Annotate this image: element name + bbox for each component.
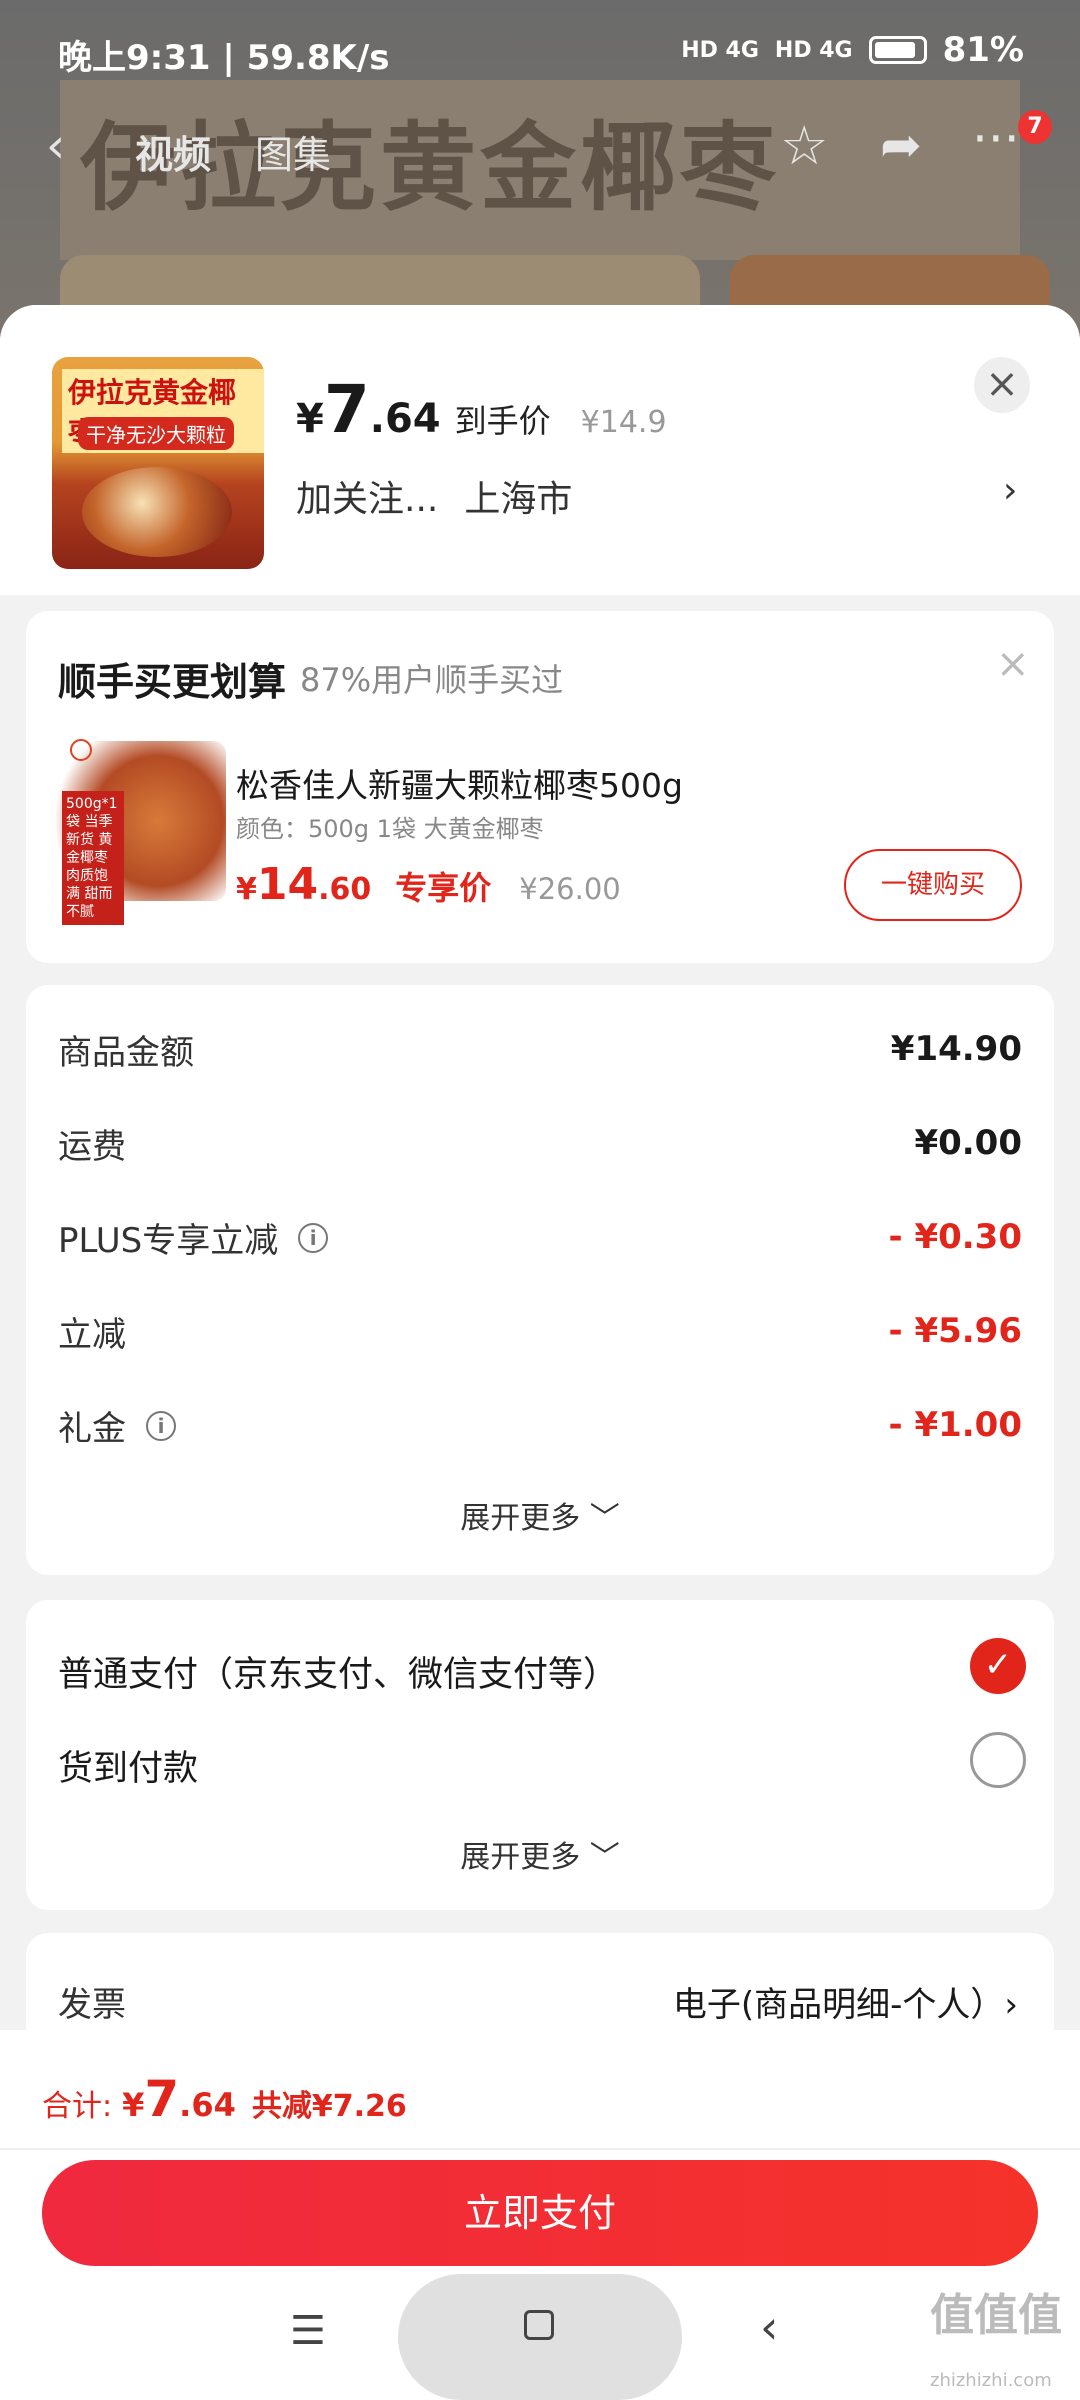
expand-more-button[interactable]: 展开更多 ﹀ xyxy=(26,1832,1054,1876)
checked-radio-icon[interactable]: ✓ xyxy=(970,1638,1026,1694)
divider xyxy=(0,2148,1080,2150)
pay-now-button[interactable]: 立即支付 xyxy=(42,2160,1038,2266)
sheet-header: 伊拉克黄金椰枣 干净无沙大颗粒 ¥ 7 .64 到手价 ¥14.9 × 加关注.… xyxy=(0,305,1080,595)
total-currency: ¥ xyxy=(122,2086,145,2124)
price-row: PLUS专享立减 i - ¥0.30 xyxy=(58,1213,1022,1273)
bundle-image-tag: 500g*1袋 当季新货 黄金椰枣 肉质饱满 甜而不腻 xyxy=(62,791,124,925)
thumbnail-subtitle: 干净无沙大颗粒 xyxy=(78,417,234,450)
invoice-value[interactable]: 电子(商品明细-个人）› xyxy=(673,1977,1018,2026)
bundle-original-price: ¥26.00 xyxy=(519,872,621,906)
location-label: 上海市 xyxy=(464,479,573,520)
price-row-value: - ¥0.30 xyxy=(888,1217,1023,1257)
price-tag: 到手价 xyxy=(454,402,551,440)
total-label: 合计: xyxy=(42,2089,113,2124)
bundle-product-image: 500g*1袋 当季新货 黄金椰枣 肉质饱满 甜而不腻 xyxy=(56,741,226,925)
price-details-card: 商品金额 ¥14.90 运费 ¥0.00 PLUS专享立减 i - ¥0.30 立… xyxy=(26,985,1054,1575)
payment-method-card: 普通支付（京东支付、微信支付等） ✓ 货到付款 展开更多 ﹀ xyxy=(26,1600,1054,1910)
expand-more-button[interactable]: 展开更多 ﹀ xyxy=(26,1493,1054,1537)
watermark-logo: 值值值 xyxy=(930,2290,1062,2341)
price-decimal: .64 xyxy=(369,396,441,442)
bundle-product-spec: 颜色：500g 1袋 大黄金椰枣 xyxy=(236,815,544,843)
payment-option-label: 货到付款 xyxy=(58,1749,199,1789)
total-integer: 7 xyxy=(144,2070,180,2128)
bundle-price-tag: 专享价 xyxy=(395,869,492,907)
payment-option-label: 普通支付（京东支付、微信支付等） xyxy=(58,1655,619,1695)
home-icon[interactable] xyxy=(524,2310,554,2340)
watermark-url: zhizhizhi.com xyxy=(930,2370,1052,2391)
dates-image xyxy=(82,467,232,557)
price-row-label: 商品金额 xyxy=(58,1033,194,1073)
bundle-price-decimal: .60 xyxy=(318,872,372,907)
invoice-label: 发票 xyxy=(58,1985,126,2025)
product-price: ¥ 7 .64 到手价 ¥14.9 xyxy=(296,371,667,448)
status-bar: 晚上9:31 | 59.8K/s HD 4G HD 4G 81% xyxy=(0,0,1080,100)
address-row[interactable]: 加关注... 上海市 xyxy=(296,470,572,522)
chevron-right-icon[interactable]: › xyxy=(1003,470,1017,511)
price-row: 运费 ¥0.00 xyxy=(58,1119,1022,1179)
price-row-label: 礼金 xyxy=(58,1409,126,1449)
price-row-value: - ¥1.00 xyxy=(888,1405,1023,1445)
message-badge: 7 xyxy=(1018,110,1052,144)
payment-option[interactable]: 普通支付（京东支付、微信支付等） ✓ xyxy=(58,1638,1026,1697)
bundle-price-currency: ¥ xyxy=(236,872,257,907)
bundle-price-integer: 14 xyxy=(256,859,319,910)
price-row-value: ¥0.00 xyxy=(914,1123,1022,1163)
price-row-label: PLUS专享立减 xyxy=(58,1221,279,1261)
bundle-subtitle: 87%用户顺手买过 xyxy=(300,661,564,699)
back-icon[interactable]: ‹ xyxy=(46,118,65,174)
order-total: 合计: ¥ 7 .64 共减¥7.26 xyxy=(42,2070,407,2128)
close-button[interactable]: × xyxy=(974,357,1030,413)
share-icon[interactable]: ➦ xyxy=(880,116,922,174)
product-thumbnail: 伊拉克黄金椰枣 干净无沙大颗粒 xyxy=(52,357,264,569)
price-row: 立减 - ¥5.96 xyxy=(58,1307,1022,1367)
info-icon[interactable]: i xyxy=(298,1222,329,1253)
brand-logo-icon xyxy=(70,739,92,761)
payment-option[interactable]: 货到付款 xyxy=(58,1732,1026,1791)
close-icon[interactable]: × xyxy=(996,641,1030,687)
bundle-title: 顺手买更划算 xyxy=(58,660,287,704)
price-currency: ¥ xyxy=(296,396,324,442)
status-time: 晚上9:31 | 59.8K/s xyxy=(58,38,390,78)
one-click-buy-button[interactable]: 一键购买 xyxy=(844,849,1022,921)
unchecked-radio-icon[interactable] xyxy=(970,1732,1026,1788)
bundle-product-name[interactable]: 松香佳人新疆大颗粒椰枣500g xyxy=(236,759,683,807)
price-row-value: ¥14.90 xyxy=(890,1029,1022,1069)
battery-icon xyxy=(868,36,927,64)
battery-level: 81% xyxy=(942,30,1024,70)
price-row-value: - ¥5.96 xyxy=(888,1311,1023,1351)
total-decimal: .64 xyxy=(179,2086,236,2124)
more-icon[interactable]: ··· xyxy=(972,110,1020,168)
price-row: 礼金 i - ¥1.00 xyxy=(58,1401,1022,1461)
info-icon[interactable]: i xyxy=(146,1410,176,1441)
menu-icon[interactable]: ☰ xyxy=(290,2308,326,2354)
tab-video[interactable]: 视频 xyxy=(135,124,211,179)
price-row-label: 立减 xyxy=(58,1315,126,1355)
price-row: 商品金额 ¥14.90 xyxy=(58,1025,1022,1085)
top-nav: ‹ 视频 图集 ☆ ➦ ··· 7 xyxy=(0,110,1080,190)
price-integer: 7 xyxy=(323,371,370,448)
price-row-label: 运费 xyxy=(58,1127,126,1167)
signal-icon: HD 4G xyxy=(681,37,759,63)
system-nav-bar: ☰ ‹ 值值值 zhizhizhi.com xyxy=(0,2270,1080,2400)
follow-label: 加关注... xyxy=(296,479,439,520)
bundle-price: ¥ 14 .60 专享价 ¥26.00 xyxy=(236,859,621,910)
tab-gallery[interactable]: 图集 xyxy=(255,124,331,179)
signal-icon: HD 4G xyxy=(774,37,853,63)
back-icon[interactable]: ‹ xyxy=(760,2300,778,2354)
original-price: ¥14.9 xyxy=(580,405,667,440)
star-icon[interactable]: ☆ xyxy=(780,114,828,177)
total-saved: 共减¥7.26 xyxy=(251,2089,407,2124)
status-icons: HD 4G HD 4G 81% xyxy=(681,30,1024,70)
bundle-card: 顺手买更划算 87%用户顺手买过 × 500g*1袋 当季新货 黄金椰枣 肉质饱… xyxy=(26,611,1054,963)
